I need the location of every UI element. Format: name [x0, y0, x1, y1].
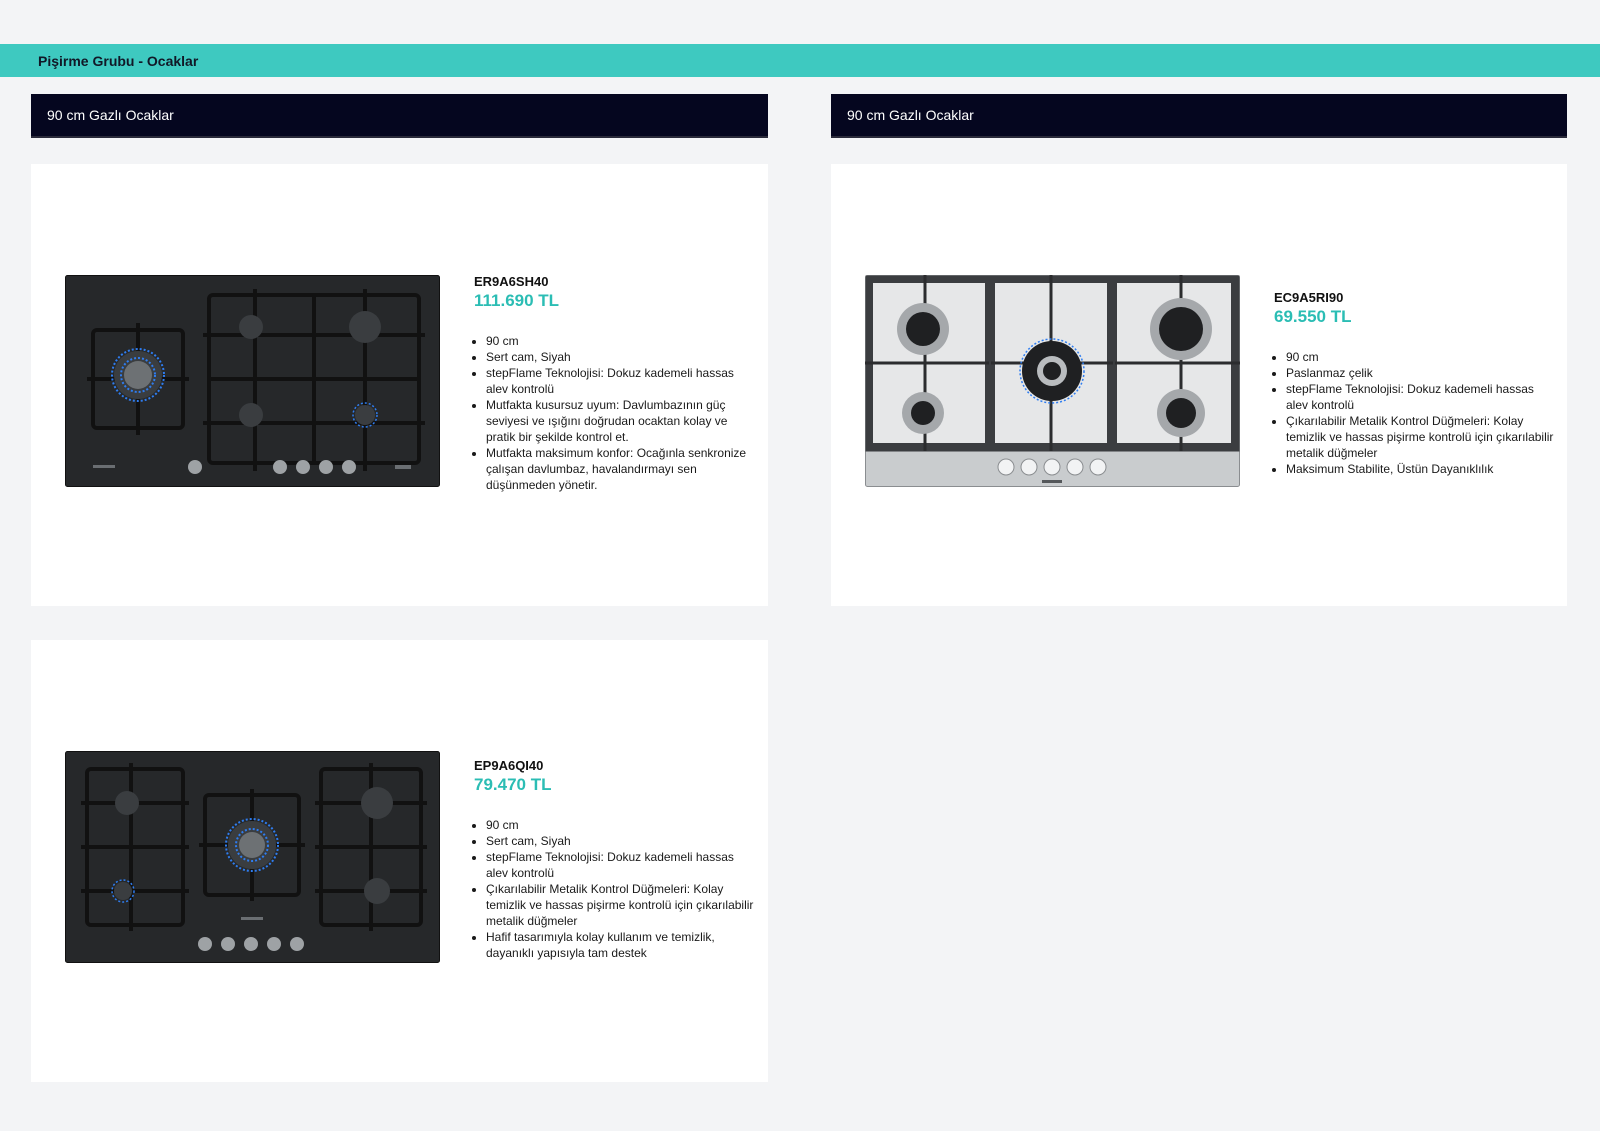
feature-list: 90 cm Sert cam, Siyah stepFlame Teknoloj… — [474, 817, 759, 961]
product-card-er9a6sh40[interactable]: ER9A6SH40 111.690 TL 90 cm Sert cam, Siy… — [31, 164, 768, 606]
product-model: ER9A6SH40 — [474, 274, 549, 289]
category-bar: Pişirme Grubu - Ocaklar — [0, 44, 1600, 77]
feature-item: Mutfakta kusursuz uyum: Davlumbazının gü… — [486, 397, 759, 445]
feature-item: stepFlame Teknolojisi: Dokuz kademeli ha… — [486, 849, 759, 881]
product-info: ER9A6SH40 111.690 TL 90 cm Sert cam, Siy… — [474, 274, 759, 493]
feature-item: Çıkarılabilir Metalik Kontrol Düğmeleri:… — [486, 881, 759, 929]
feature-item: Mutfakta maksimum konfor: Ocağınla senkr… — [486, 445, 759, 493]
feature-item: Hafif tasarımıyla kolay kullanım ve temi… — [486, 929, 759, 961]
product-card-ec9a5ri90[interactable]: EC9A5RI90 69.550 TL 90 cm Paslanmaz çeli… — [831, 164, 1567, 606]
section-header-label: 90 cm Gazlı Ocaklar — [47, 107, 174, 123]
product-model: EP9A6QI40 — [474, 758, 544, 773]
product-image-black-hob-5-burner — [65, 751, 440, 963]
feature-item: 90 cm — [1286, 349, 1559, 365]
section-header-right: 90 cm Gazlı Ocaklar — [831, 94, 1567, 138]
feature-item: Çıkarılabilir Metalik Kontrol Düğmeleri:… — [1286, 413, 1559, 461]
feature-item: stepFlame Teknolojisi: Dokuz kademeli ha… — [486, 365, 759, 397]
feature-item: Sert cam, Siyah — [486, 349, 759, 365]
section-header-left: 90 cm Gazlı Ocaklar — [31, 94, 768, 138]
feature-item: 90 cm — [486, 817, 759, 833]
product-price: 111.690 TL — [474, 291, 560, 310]
page-title: Pişirme Grubu - Ocaklar — [38, 52, 199, 69]
product-info: EP9A6QI40 79.470 TL 90 cm Sert cam, Siya… — [474, 758, 759, 961]
feature-list: 90 cm Paslanmaz çelik stepFlame Teknoloj… — [1274, 349, 1559, 477]
feature-item: stepFlame Teknolojisi: Dokuz kademeli ha… — [1286, 381, 1559, 413]
feature-item: 90 cm — [486, 333, 759, 349]
product-price: 79.470 TL — [474, 775, 552, 794]
feature-item: Sert cam, Siyah — [486, 833, 759, 849]
feature-list: 90 cm Sert cam, Siyah stepFlame Teknoloj… — [474, 333, 759, 493]
product-price: 69.550 TL — [1274, 307, 1352, 326]
feature-item: Maksimum Stabilite, Üstün Dayanıklılık — [1286, 461, 1559, 477]
product-info: EC9A5RI90 69.550 TL 90 cm Paslanmaz çeli… — [1274, 290, 1559, 477]
product-image-black-hob-5-burner — [65, 275, 440, 487]
feature-item: Paslanmaz çelik — [1286, 365, 1559, 381]
section-header-label: 90 cm Gazlı Ocaklar — [847, 107, 974, 123]
product-model: EC9A5RI90 — [1274, 290, 1344, 305]
product-image-steel-hob-5-burner — [865, 275, 1240, 487]
product-card-ep9a6qi40[interactable]: EP9A6QI40 79.470 TL 90 cm Sert cam, Siya… — [31, 640, 768, 1082]
